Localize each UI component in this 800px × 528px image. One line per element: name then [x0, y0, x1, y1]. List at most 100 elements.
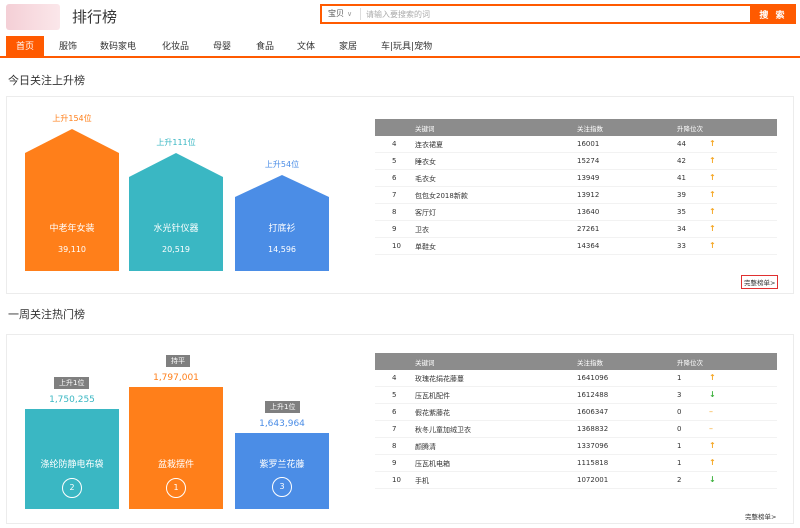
bar-top-label: 上升54位: [264, 160, 300, 169]
row-change: 33: [677, 242, 686, 250]
tab-baby[interactable]: 母婴: [213, 36, 231, 58]
row-rank: 9: [392, 459, 397, 467]
bar-item: 盆栽摆件 1: [129, 387, 223, 509]
row-rank: 4: [392, 140, 397, 148]
search-category-select[interactable]: 宝贝 ∨: [328, 8, 352, 19]
row-keyword[interactable]: 玫瑰花绢花藤蔓: [415, 374, 464, 384]
table-row[interactable]: 8 客厅灯 13640 35 ↑: [375, 204, 777, 221]
table-row[interactable]: 10 单鞋女 14364 33 ↑: [375, 238, 777, 255]
section-title-weekly: 一周关注热门榜: [8, 308, 85, 321]
bar-top-label: 上升154位: [52, 114, 92, 123]
row-index: 27261: [577, 225, 600, 233]
tab-home[interactable]: 首页: [6, 36, 45, 58]
tab-clothing[interactable]: 服饰: [59, 36, 77, 58]
row-keyword[interactable]: 颜腾清: [415, 442, 436, 452]
weekly-table: 关键词 关注指数 升降位次 4 玫瑰花绢花藤蔓 1641096 1 ↑ 5 压瓦机配件 161…: [375, 353, 777, 489]
row-keyword[interactable]: 卫衣: [415, 225, 429, 235]
arrow-up-icon: ↑: [709, 241, 716, 250]
bar-value: 39,110: [58, 245, 86, 254]
row-change: 0: [677, 408, 682, 416]
tab-stationery[interactable]: 文体: [297, 36, 315, 58]
row-change: 34: [677, 225, 686, 233]
row-change: 1: [677, 442, 682, 450]
change-tag: 上升1位: [265, 401, 301, 413]
table-row[interactable]: 6 假花紫藤花 1606347 0 –: [375, 404, 777, 421]
arrow-down-icon: ↓: [709, 475, 716, 484]
row-index: 16001: [577, 140, 600, 148]
tab-electronics[interactable]: 数码家电: [100, 36, 136, 58]
tab-cosmetics[interactable]: 化妆品: [162, 36, 189, 58]
bar-value: 1,750,255: [49, 395, 95, 405]
col-index: 关注指数: [577, 125, 603, 133]
dash-icon: –: [709, 407, 713, 416]
bar-value: 14,596: [268, 245, 296, 254]
row-keyword[interactable]: 包包女2018新款: [415, 191, 468, 201]
table-row[interactable]: 9 卫衣 27261 34 ↑: [375, 221, 777, 238]
row-keyword[interactable]: 压瓦机配件: [415, 391, 450, 401]
arrow-up-icon: ↑: [709, 207, 716, 216]
row-rank: 10: [392, 242, 401, 250]
row-rank: 10: [392, 476, 401, 484]
bar-name: 水光针仪器: [153, 224, 199, 234]
arrow-up-icon: ↑: [709, 173, 716, 182]
row-rank: 7: [392, 191, 397, 199]
row-index: 1368832: [577, 425, 609, 433]
row-keyword[interactable]: 毛衣女: [415, 174, 436, 184]
full-list-link[interactable]: 完整榜单>: [745, 511, 776, 521]
row-change: 42: [677, 157, 686, 165]
table-row[interactable]: 10 手机 1072001 2 ↓: [375, 472, 777, 489]
row-keyword[interactable]: 客厅灯: [415, 208, 436, 218]
arrow-up-icon: ↑: [709, 373, 716, 382]
table-row[interactable]: 7 包包女2018新款 13912 39 ↑: [375, 187, 777, 204]
row-rank: 5: [392, 391, 397, 399]
arrow-down-icon: ↓: [709, 390, 716, 399]
row-rank: 6: [392, 174, 397, 182]
full-list-link[interactable]: 完整榜单>: [741, 275, 779, 289]
table-row[interactable]: 4 连衣裙夏 16001 44 ↑: [375, 136, 777, 153]
bar-item: 打底衫 14,596: [235, 175, 329, 271]
row-rank: 6: [392, 408, 397, 416]
bar-value: 1,643,964: [259, 419, 305, 429]
row-keyword[interactable]: 秋冬儿童加绒卫衣: [415, 425, 471, 435]
row-change: 39: [677, 191, 686, 199]
divider: [360, 8, 361, 20]
tab-home-living[interactable]: 家居: [339, 36, 357, 58]
row-change: 3: [677, 391, 682, 399]
search-input[interactable]: [366, 7, 736, 21]
rank-badge: 1: [166, 478, 186, 498]
row-keyword[interactable]: 压瓦机电箱: [415, 459, 450, 469]
row-keyword[interactable]: 单鞋女: [415, 242, 436, 252]
table-row[interactable]: 9 压瓦机电箱 1115818 1 ↑: [375, 455, 777, 472]
table-row[interactable]: 6 毛衣女 13949 41 ↑: [375, 170, 777, 187]
row-change: 1: [677, 459, 682, 467]
row-index: 13640: [577, 208, 600, 216]
table-row[interactable]: 5 压瓦机配件 1612488 3 ↓: [375, 387, 777, 404]
bar-item: 涤纶防静电布袋 2: [25, 409, 119, 509]
table-row[interactable]: 5 睡衣女 15274 42 ↑: [375, 153, 777, 170]
row-rank: 8: [392, 208, 397, 216]
arrow-up-icon: ↑: [709, 156, 716, 165]
tab-food[interactable]: 食品: [256, 36, 274, 58]
row-keyword[interactable]: 手机: [415, 476, 429, 486]
row-index: 1072001: [577, 476, 609, 484]
section-title-rising: 今日关注上升榜: [8, 74, 85, 87]
search-button[interactable]: 搜 索: [750, 4, 796, 24]
page-title: 排行榜: [72, 8, 118, 26]
change-tag: 持平: [166, 355, 190, 367]
row-keyword[interactable]: 假花紫藤花: [415, 408, 450, 418]
site-logo[interactable]: [6, 4, 60, 30]
table-row[interactable]: 4 玫瑰花绢花藤蔓 1641096 1 ↑: [375, 370, 777, 387]
dash-icon: –: [709, 424, 713, 433]
bar-name: 涤纶防静电布袋: [40, 460, 104, 470]
bar-value: 1,797,001: [153, 373, 199, 383]
table-row[interactable]: 7 秋冬儿童加绒卫衣 1368832 0 –: [375, 421, 777, 438]
rank-badge: 3: [272, 477, 292, 497]
arrow-up-icon: ↑: [709, 224, 716, 233]
tab-car-toys-pets[interactable]: 车|玩具|宠物: [381, 36, 432, 58]
row-index: 13912: [577, 191, 600, 199]
table-row[interactable]: 8 颜腾清 1337096 1 ↑: [375, 438, 777, 455]
row-keyword[interactable]: 连衣裙夏: [415, 140, 443, 150]
table-header: 关键词 关注指数 升降位次: [375, 119, 777, 136]
row-keyword[interactable]: 睡衣女: [415, 157, 436, 167]
weekly-panel: 上升1位 1,750,255 涤纶防静电布袋 2 持平 1,797,001 盆栽…: [6, 334, 794, 524]
